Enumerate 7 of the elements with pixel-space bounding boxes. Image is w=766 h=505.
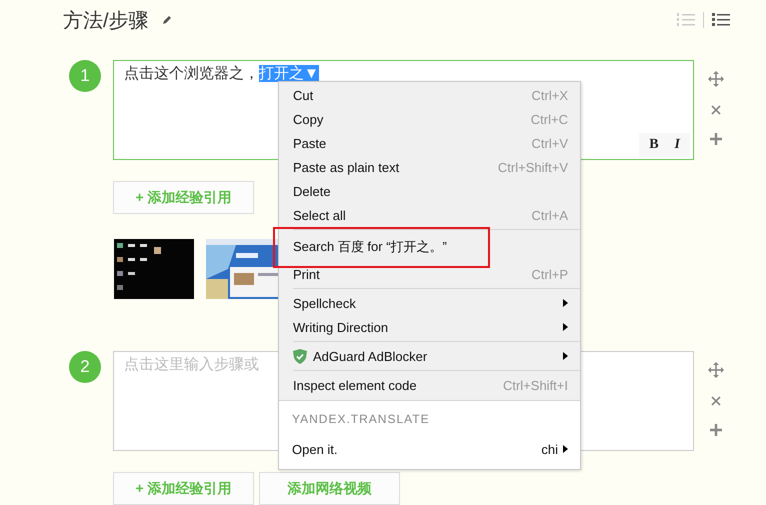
section-title: 方法/步骤 <box>63 8 149 34</box>
step-text: 点击这个浏览器之， <box>124 65 259 82</box>
menu-section-title: YANDEX.TRANSLATE <box>291 411 431 428</box>
step-number: 2 <box>69 351 101 383</box>
step-number: 1 <box>69 60 101 92</box>
step-placeholder: 点击这里输入步骤或 <box>124 356 259 373</box>
selected-text: 打开之▼ <box>259 65 319 82</box>
